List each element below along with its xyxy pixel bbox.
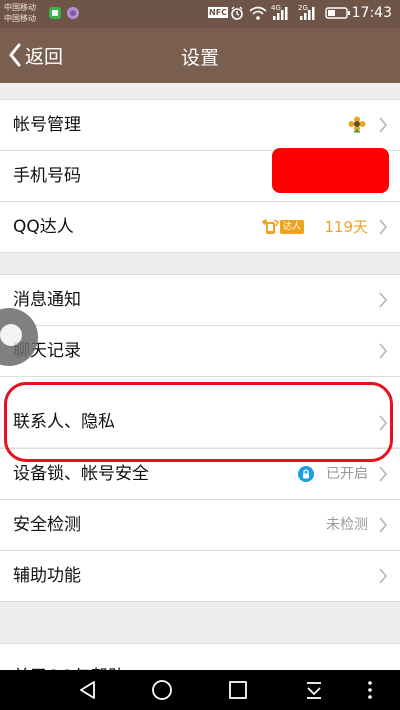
security-check-status: 未检测 xyxy=(326,517,368,533)
chevron-right-icon xyxy=(379,292,388,308)
settings-row-qq-expert[interactable]: QQ达人 达人 119天 xyxy=(0,202,400,252)
recents-square-icon[interactable] xyxy=(226,678,250,702)
settings-row-account[interactable]: 帐号管理 xyxy=(0,100,400,150)
chevron-right-icon xyxy=(379,219,388,235)
settings-row-accessibility[interactable]: 辅助功能 xyxy=(0,551,400,601)
navigation-bar xyxy=(0,670,400,710)
alarm-icon xyxy=(231,6,243,20)
status-bar: 中国移动 中国移动 NFC 4G 2G 17:43 xyxy=(0,0,400,28)
status-time: 17:43 xyxy=(351,5,392,21)
row-label: 关于QQ与帮助 xyxy=(13,652,125,670)
row-label: 帐号管理 xyxy=(13,115,81,135)
highlight-annotation xyxy=(4,382,393,462)
divider xyxy=(0,601,400,602)
phone-redaction xyxy=(272,148,389,193)
carrier-1: 中国移动 xyxy=(4,3,36,12)
nfc-icon: NFC xyxy=(208,7,229,18)
carrier-labels: 中国移动 中国移动 xyxy=(4,2,36,24)
back-triangle-icon[interactable] xyxy=(76,678,100,702)
row-label: 安全检测 xyxy=(13,515,81,535)
home-circle-icon[interactable] xyxy=(150,678,174,702)
chevron-right-icon xyxy=(379,517,388,533)
qq-expert-badge: 达人 xyxy=(260,217,312,237)
qq-days-value: 119天 xyxy=(324,218,368,236)
title-bar: 返回 设置 xyxy=(0,28,400,83)
browser-notification-icon xyxy=(67,7,79,19)
battery-icon xyxy=(325,7,350,19)
chevron-right-icon xyxy=(379,568,388,584)
settings-row-security-check[interactable]: 安全检测 未检测 xyxy=(0,500,400,550)
qq-badge-label: 达人 xyxy=(280,220,305,234)
app-notification-icon xyxy=(49,7,61,19)
notification-pull-icon[interactable] xyxy=(302,678,326,702)
chevron-right-icon xyxy=(379,117,388,133)
signal-icon-1 xyxy=(273,7,288,20)
settings-row-notification[interactable]: 消息通知 xyxy=(0,275,400,325)
row-label: 辅助功能 xyxy=(13,566,81,586)
more-dots-icon[interactable] xyxy=(358,678,382,702)
signal-icon-2 xyxy=(300,7,315,20)
flower-avatar-icon xyxy=(348,116,366,133)
lock-icon xyxy=(298,466,314,482)
settings-row-chat-history[interactable]: 聊天记录 xyxy=(0,326,400,376)
settings-row-about[interactable]: 关于QQ与帮助 xyxy=(0,644,400,670)
chevron-right-icon xyxy=(379,466,388,482)
qq-expert-icon xyxy=(262,219,280,234)
chevron-right-icon xyxy=(379,343,388,359)
wifi-icon xyxy=(249,6,267,20)
carrier-2: 中国移动 xyxy=(4,14,36,23)
divider xyxy=(0,252,400,253)
row-label: QQ达人 xyxy=(13,217,74,237)
page-title: 设置 xyxy=(180,47,219,69)
row-label: 手机号码 xyxy=(13,166,81,186)
